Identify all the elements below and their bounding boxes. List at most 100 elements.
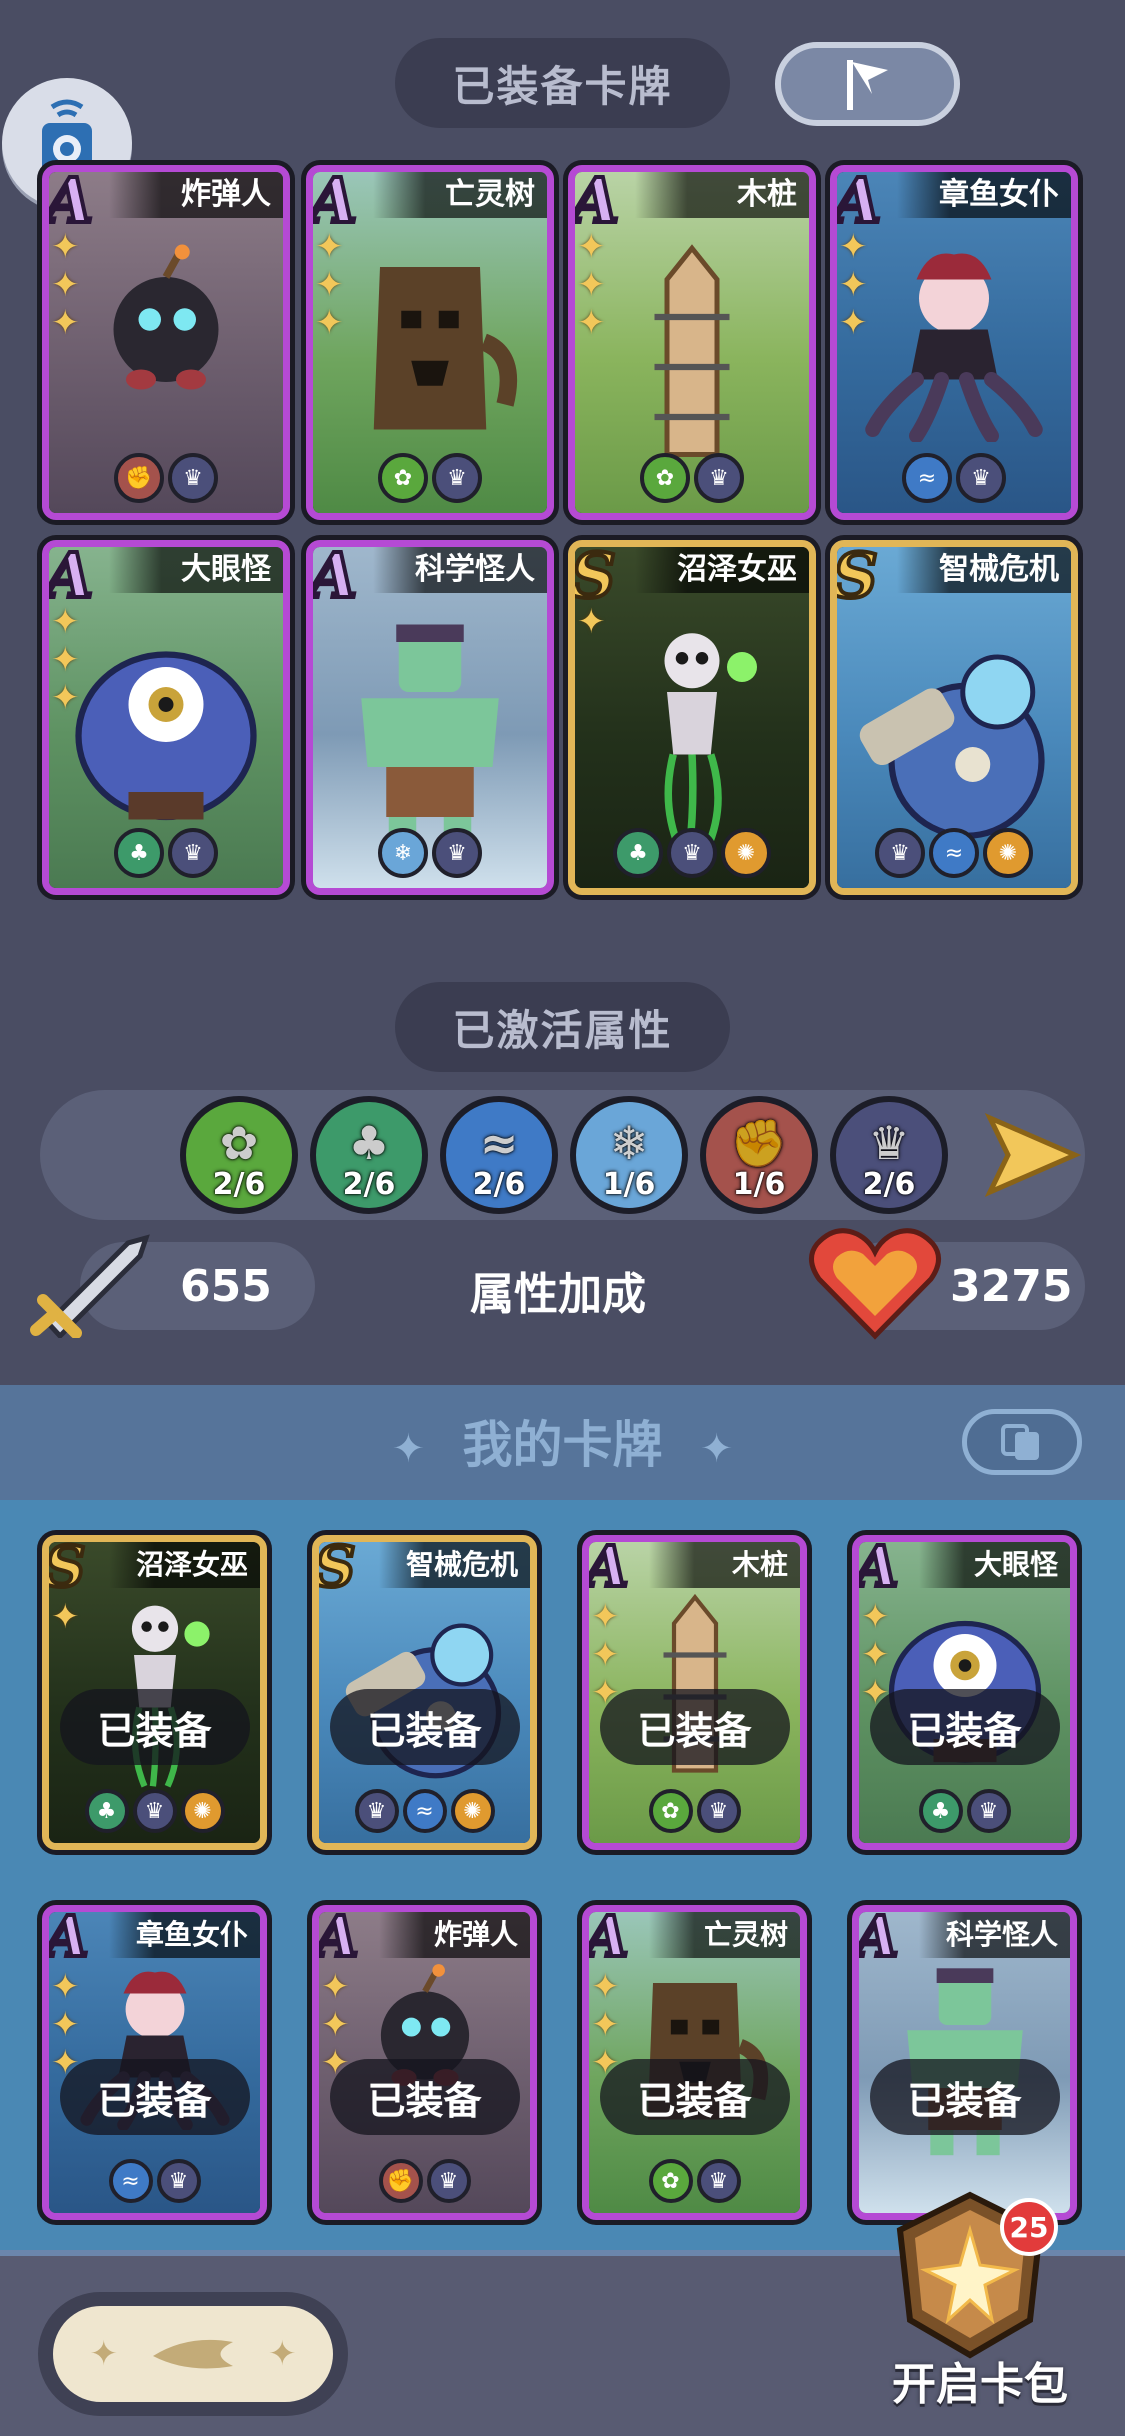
card-equipped-6[interactable]: 沼泽女巫 S ✦ ♣ ♛ ✺ bbox=[568, 540, 816, 895]
equipped-status-label: 已装备 bbox=[329, 2059, 520, 2135]
my-cards-title: ✦ 我的卡牌 ✦ bbox=[0, 1405, 1125, 1477]
attack-value: 655 bbox=[180, 1260, 272, 1312]
card-my-4[interactable]: 章鱼女仆 A ✦ ✦ ✦ 已装备 ≈ ♛ bbox=[42, 1905, 267, 2220]
my-cards-title-text: 我的卡牌 bbox=[462, 1416, 663, 1474]
arrow-right-icon bbox=[984, 1113, 1082, 1197]
card-equipped-1[interactable]: 亡灵树 A ✦ ✦ ✦ ✿ ♛ bbox=[306, 165, 554, 520]
card-name: 亡灵树 bbox=[649, 1912, 800, 1958]
card-stars: ✦ ✦ ✦ bbox=[577, 230, 611, 340]
green-element-icon: ✿ bbox=[640, 453, 690, 503]
attribute-count: 1/6 bbox=[732, 1167, 786, 1202]
star-icon: ✦ bbox=[577, 265, 606, 305]
monster-illustration bbox=[848, 617, 1061, 847]
star-icon: ✦ bbox=[315, 227, 344, 267]
card-my-7[interactable]: 科学怪人 A 已装备 bbox=[852, 1905, 1077, 2220]
card-stars: ✦ ✦ ✦ bbox=[51, 605, 85, 715]
attribute-crown-leaf[interactable]: ♣ 2/6 bbox=[310, 1096, 428, 1214]
star-icon: ✦ bbox=[51, 678, 80, 718]
green-element-icon: ✿ bbox=[648, 1789, 693, 1833]
teal-element-icon: ♣ bbox=[918, 1789, 963, 1833]
back-button-inner: ✦ ✦ bbox=[53, 2306, 333, 2402]
card-my-1[interactable]: 智械危机 S 已装备 ♛ ≈ ✺ bbox=[312, 1535, 537, 1850]
card-rank: A bbox=[855, 1905, 900, 1972]
attribute-fist[interactable]: ✊ 1/6 bbox=[700, 1096, 818, 1214]
copy-icon bbox=[1001, 1424, 1039, 1460]
card-equipped-0[interactable]: 炸弹人 A ✦ ✦ ✦ ✊ ♛ bbox=[42, 165, 290, 520]
star-icon: ✦ bbox=[321, 1967, 350, 2007]
card-rank: S bbox=[315, 1535, 357, 1602]
card-name: 大眼怪 bbox=[919, 1542, 1070, 1588]
flame-crown-icon: ♛ bbox=[868, 1116, 910, 1170]
card-elements: ≈ ♛ bbox=[49, 2159, 260, 2203]
card-stars: ✦ bbox=[51, 1600, 85, 1634]
gold-element-icon: ♛ bbox=[956, 453, 1006, 503]
attribute-ice-crystal[interactable]: ❄ 1/6 bbox=[570, 1096, 688, 1214]
star-icon: ✦ bbox=[321, 2005, 350, 2045]
next-arrow-button[interactable] bbox=[980, 1110, 1085, 1200]
card-rank: A bbox=[855, 1535, 900, 1602]
blue-element-icon: ≈ bbox=[108, 2159, 153, 2203]
flag-button[interactable] bbox=[775, 42, 960, 126]
red-element-icon: ✊ bbox=[378, 2159, 423, 2203]
pack-count: 25 bbox=[1009, 2210, 1049, 2244]
orange-element-icon: ✺ bbox=[450, 1789, 495, 1833]
card-my-5[interactable]: 炸弹人 A ✦ ✦ ✦ 已装备 ✊ ♛ bbox=[312, 1905, 537, 2220]
card-my-2[interactable]: 木桩 A ✦ ✦ ✦ 已装备 ✿ ♛ bbox=[582, 1535, 807, 1850]
card-equipped-3[interactable]: 章鱼女仆 A ✦ ✦ ✦ ≈ ♛ bbox=[830, 165, 1078, 520]
card-view-toggle-button[interactable] bbox=[962, 1409, 1082, 1475]
card-name: 木桩 bbox=[635, 172, 809, 218]
card-elements: ✿ ♛ bbox=[575, 453, 809, 503]
gold-element-icon: ♛ bbox=[168, 828, 218, 878]
star-icon: ✦ bbox=[577, 602, 606, 642]
left-ornament-icon: ✦ bbox=[391, 1426, 426, 1472]
equipped-status-label: 已装备 bbox=[59, 2059, 250, 2135]
back-button[interactable]: ✦ ✦ bbox=[38, 2292, 348, 2416]
card-equipped-5[interactable]: 科学怪人 A ❄ ♛ bbox=[306, 540, 554, 895]
card-equipped-4[interactable]: 大眼怪 A ✦ ✦ ✦ ♣ ♛ bbox=[42, 540, 290, 895]
card-elements: ✊ ♛ bbox=[319, 2159, 530, 2203]
ice-element-icon: ❄ bbox=[378, 828, 428, 878]
gold-element-icon: ♛ bbox=[694, 453, 744, 503]
open-pack-button[interactable]: 25 开启卡包 bbox=[865, 2180, 1095, 2410]
monster-illustration bbox=[860, 242, 1048, 447]
star-icon: ✦ bbox=[839, 265, 868, 305]
card-my-6[interactable]: 亡灵树 A ✦ ✦ ✦ 已装备 ✿ ♛ bbox=[582, 1905, 807, 2220]
card-name: 科学怪人 bbox=[919, 1912, 1070, 1958]
card-elements: ✊ ♛ bbox=[49, 453, 283, 503]
sparkle-icon-right: ✦ bbox=[268, 2334, 297, 2374]
card-equipped-7[interactable]: 智械危机 S ♛ ≈ ✺ bbox=[830, 540, 1078, 895]
card-name: 章鱼女仆 bbox=[109, 1912, 260, 1958]
red-element-icon: ✊ bbox=[114, 453, 164, 503]
equipped-cards-title: 已装备卡牌 bbox=[395, 38, 730, 128]
gold-element-icon: ♛ bbox=[875, 828, 925, 878]
gold-element-icon: ♛ bbox=[132, 1789, 177, 1833]
attribute-count: 2/6 bbox=[472, 1167, 526, 1202]
star-icon: ✦ bbox=[861, 1597, 890, 1637]
card-equipped-2[interactable]: 木桩 A ✦ ✦ ✦ ✿ ♛ bbox=[568, 165, 816, 520]
card-my-0[interactable]: 沼泽女巫 S ✦ 已装备 ♣ ♛ ✺ bbox=[42, 1535, 267, 1850]
ice-crystal-icon: ❄ bbox=[609, 1116, 649, 1170]
attribute-count: 2/6 bbox=[342, 1167, 396, 1202]
gold-element-icon: ♛ bbox=[696, 1789, 741, 1833]
card-elements: ♣ ♛ bbox=[859, 1789, 1070, 1833]
attribute-flame-crown[interactable]: ♛ 2/6 bbox=[830, 1096, 948, 1214]
card-my-3[interactable]: 大眼怪 A ✦ ✦ ✦ 已装备 ♣ ♛ bbox=[852, 1535, 1077, 1850]
equipped-status-label: 已装备 bbox=[599, 2059, 790, 2135]
gold-element-icon: ♛ bbox=[432, 453, 482, 503]
card-stars: ✦ ✦ ✦ bbox=[51, 230, 85, 340]
pack-count-badge: 25 bbox=[1000, 2198, 1058, 2256]
attribute-wave[interactable]: ≈2/6 bbox=[440, 1096, 558, 1214]
attribute-count: 2/6 bbox=[862, 1167, 916, 1202]
health-value: 3275 bbox=[950, 1260, 1073, 1312]
star-icon: ✦ bbox=[591, 1597, 620, 1637]
teal-element-icon: ♣ bbox=[613, 828, 663, 878]
card-elements: ✿ ♛ bbox=[589, 1789, 800, 1833]
open-pack-label: 开启卡包 bbox=[865, 2348, 1095, 2412]
monster-illustration bbox=[336, 617, 524, 860]
equipped-status-label: 已装备 bbox=[869, 1689, 1060, 1765]
attribute-grass[interactable]: ✿ 2/6 bbox=[180, 1096, 298, 1214]
star-icon: ✦ bbox=[51, 265, 80, 305]
orange-element-icon: ✺ bbox=[983, 828, 1033, 878]
card-name: 章鱼女仆 bbox=[897, 172, 1071, 218]
star-icon: ✦ bbox=[839, 303, 868, 343]
